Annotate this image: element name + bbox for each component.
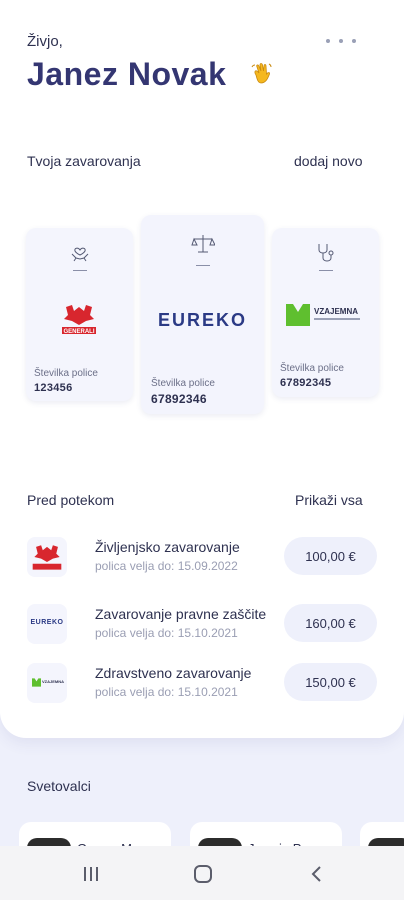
policy-number: 67892346 <box>151 392 207 406</box>
expiring-item-health[interactable]: VZAJEMNA Zdravstveno zavarovanje polica … <box>27 661 377 705</box>
stethoscope-icon <box>318 244 333 262</box>
eureko-logo: EUREKO <box>157 310 247 330</box>
policy-number-label: Številka police <box>34 368 98 379</box>
insurance-name: Življenjsko zavarovanje <box>95 539 240 555</box>
insurance-name: Zavarovanje pravne zaščite <box>95 606 267 622</box>
valid-until: polica velja do: 15.10.2021 <box>95 685 238 699</box>
vzajemna-logo-text: VZAJEMNA <box>42 679 65 684</box>
hands-heart-icon <box>71 247 88 262</box>
greeting: Živjo, <box>27 33 63 50</box>
add-new-link[interactable]: dodaj novo <box>294 153 363 169</box>
policy-number-label: Številka police <box>151 378 215 389</box>
valid-until: polica velja do: 15.10.2021 <box>95 626 238 640</box>
eureko-logo-text: EUREKO <box>30 619 64 626</box>
vzajemna-logo-mark <box>286 304 310 326</box>
divider <box>195 265 210 266</box>
dot <box>339 39 343 43</box>
recents-icon[interactable] <box>79 862 103 886</box>
insurances-title: Tvoja zavarovanja <box>27 153 141 169</box>
policy-number: 67892345 <box>280 377 332 389</box>
policy-card-vzajemna[interactable]: VZAJEMNA Številka police 67892345 <box>272 228 379 397</box>
show-all-link[interactable]: Prikaži vsa <box>295 492 363 508</box>
scales-justice-icon <box>190 235 215 253</box>
dot <box>326 39 330 43</box>
policy-number-label: Številka police <box>280 363 344 374</box>
valid-until: polica velja do: 15.09.2022 <box>95 559 238 573</box>
home-icon[interactable] <box>191 862 215 886</box>
policy-card-eureko[interactable]: EUREKO Številka police 67892346 <box>141 215 264 414</box>
back-icon[interactable] <box>305 862 329 886</box>
policy-card-generali[interactable]: GENERALI Številka police 123456 <box>26 228 133 401</box>
waving-hand-icon <box>251 63 272 84</box>
vzajemna-logo: VZAJEMNA <box>27 663 67 703</box>
generali-logo <box>27 537 67 577</box>
eureko-logo: EUREKO <box>27 604 67 644</box>
system-navbar <box>0 846 404 900</box>
price-badge[interactable]: 100,00 € <box>284 537 377 575</box>
dot <box>352 39 356 43</box>
generali-logo-mark <box>32 545 62 570</box>
expiring-title: Pred potekom <box>27 492 115 508</box>
generali-logo-text: GENERALI <box>63 329 94 335</box>
user-name: Janez Novak <box>27 56 227 92</box>
logo-subtitle-line <box>314 318 360 320</box>
generali-logo: GENERALI <box>62 305 96 335</box>
policy-number: 123456 <box>34 382 73 394</box>
insurance-name: Zdravstveno zavarovanje <box>95 665 252 681</box>
price-badge[interactable]: 160,00 € <box>284 604 377 642</box>
vzajemna-logo-mark <box>32 678 41 687</box>
vzajemna-logo: VZAJEMNA <box>314 307 359 316</box>
more-options-button[interactable] <box>326 34 356 48</box>
price-badge[interactable]: 150,00 € <box>284 663 377 701</box>
divider <box>318 270 333 271</box>
advisors-title: Svetovalci <box>27 778 91 794</box>
divider <box>72 270 87 271</box>
expiring-item-life[interactable]: Življenjsko zavarovanje polica velja do:… <box>27 535 377 579</box>
main-card: Živjo, Janez Novak Tvoja zavarovanja dod… <box>0 0 404 738</box>
expiring-item-legal[interactable]: EUREKO Zavarovanje pravne zaščite polica… <box>27 602 377 646</box>
